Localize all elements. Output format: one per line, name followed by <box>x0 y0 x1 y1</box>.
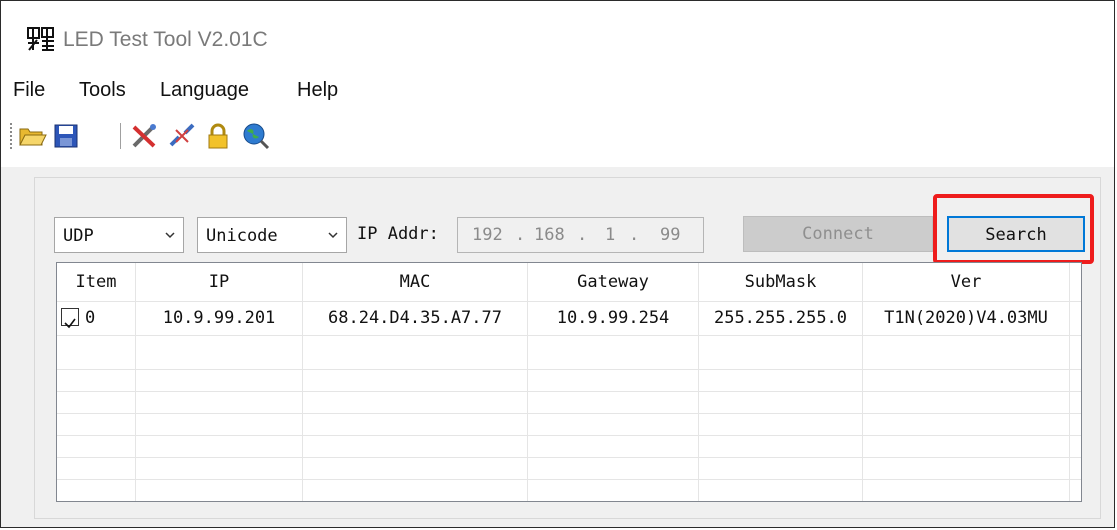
app-window: LED Test Tool V2.01C File Tools Language… <box>0 0 1115 528</box>
chevron-down-icon <box>165 232 175 239</box>
menu-bar: File Tools Language Help <box>1 73 1114 107</box>
column-header-mac[interactable]: MAC <box>303 263 527 301</box>
client-area: UDP Unicode IP Addr: 192 . 168 . 1 . 99 … <box>1 167 1114 527</box>
list-header: Item IP MAC Gateway SubMask Ver <box>57 263 1081 302</box>
checkmark-icon <box>64 318 76 329</box>
open-folder-icon[interactable] <box>17 121 47 151</box>
column-header-ip[interactable]: IP <box>136 263 302 301</box>
protocol-select[interactable]: UDP <box>54 217 184 253</box>
menu-help[interactable]: Help <box>297 79 338 102</box>
ip-address-label: IP Addr: <box>357 224 439 244</box>
ip-octet-2[interactable]: 168 <box>534 225 565 245</box>
connect-button[interactable]: Connect <box>743 216 933 252</box>
column-header-submask[interactable]: SubMask <box>699 263 862 301</box>
disconnect-icon[interactable] <box>167 121 197 151</box>
lock-icon[interactable] <box>203 121 233 151</box>
window-title: LED Test Tool V2.01C <box>63 28 268 51</box>
chevron-down-icon <box>328 232 338 239</box>
column-header-item[interactable]: Item <box>57 263 135 301</box>
ip-octet-4[interactable]: 99 <box>660 225 680 245</box>
tools-icon[interactable] <box>129 121 159 151</box>
row-ip: 10.9.99.201 <box>162 308 276 328</box>
column-header-gateway[interactable]: Gateway <box>528 263 698 301</box>
ip-address-field[interactable]: 192 . 168 . 1 . 99 <box>457 217 704 253</box>
row-item-number: 0 <box>85 308 96 328</box>
toolbar-grip[interactable] <box>10 123 12 151</box>
row-checkbox[interactable] <box>61 308 79 329</box>
search-highlight-annotation <box>933 194 1094 264</box>
ip-octet-1[interactable]: 192 <box>472 225 503 245</box>
device-list[interactable]: Item IP MAC Gateway SubMask Ver 0 10.9.9… <box>56 262 1082 502</box>
title-bar: LED Test Tool V2.01C <box>1 1 1114 61</box>
encoding-value: Unicode <box>206 226 278 246</box>
toolbar <box>1 117 1114 157</box>
row-submask: 255.255.255.0 <box>713 308 848 328</box>
globe-search-icon[interactable] <box>241 121 271 151</box>
column-header-ver[interactable]: Ver <box>863 263 1069 301</box>
menu-tools[interactable]: Tools <box>79 79 126 102</box>
row-item-cell: 0 <box>57 301 135 335</box>
row-gateway: 10.9.99.254 <box>556 308 670 328</box>
toolbar-separator <box>120 123 121 149</box>
menu-language[interactable]: Language <box>160 79 249 102</box>
app-logo-icon <box>27 27 54 51</box>
encoding-select[interactable]: Unicode <box>197 217 347 253</box>
protocol-value: UDP <box>63 226 94 246</box>
connection-panel: UDP Unicode IP Addr: 192 . 168 . 1 . 99 … <box>34 177 1101 519</box>
menu-file[interactable]: File <box>13 79 45 102</box>
ip-octet-3[interactable]: 1 <box>605 225 615 245</box>
row-mac: 68.24.D4.35.A7.77 <box>328 308 502 328</box>
save-icon[interactable] <box>51 121 81 151</box>
row-version: T1N(2020)V4.03MU <box>884 308 1048 328</box>
